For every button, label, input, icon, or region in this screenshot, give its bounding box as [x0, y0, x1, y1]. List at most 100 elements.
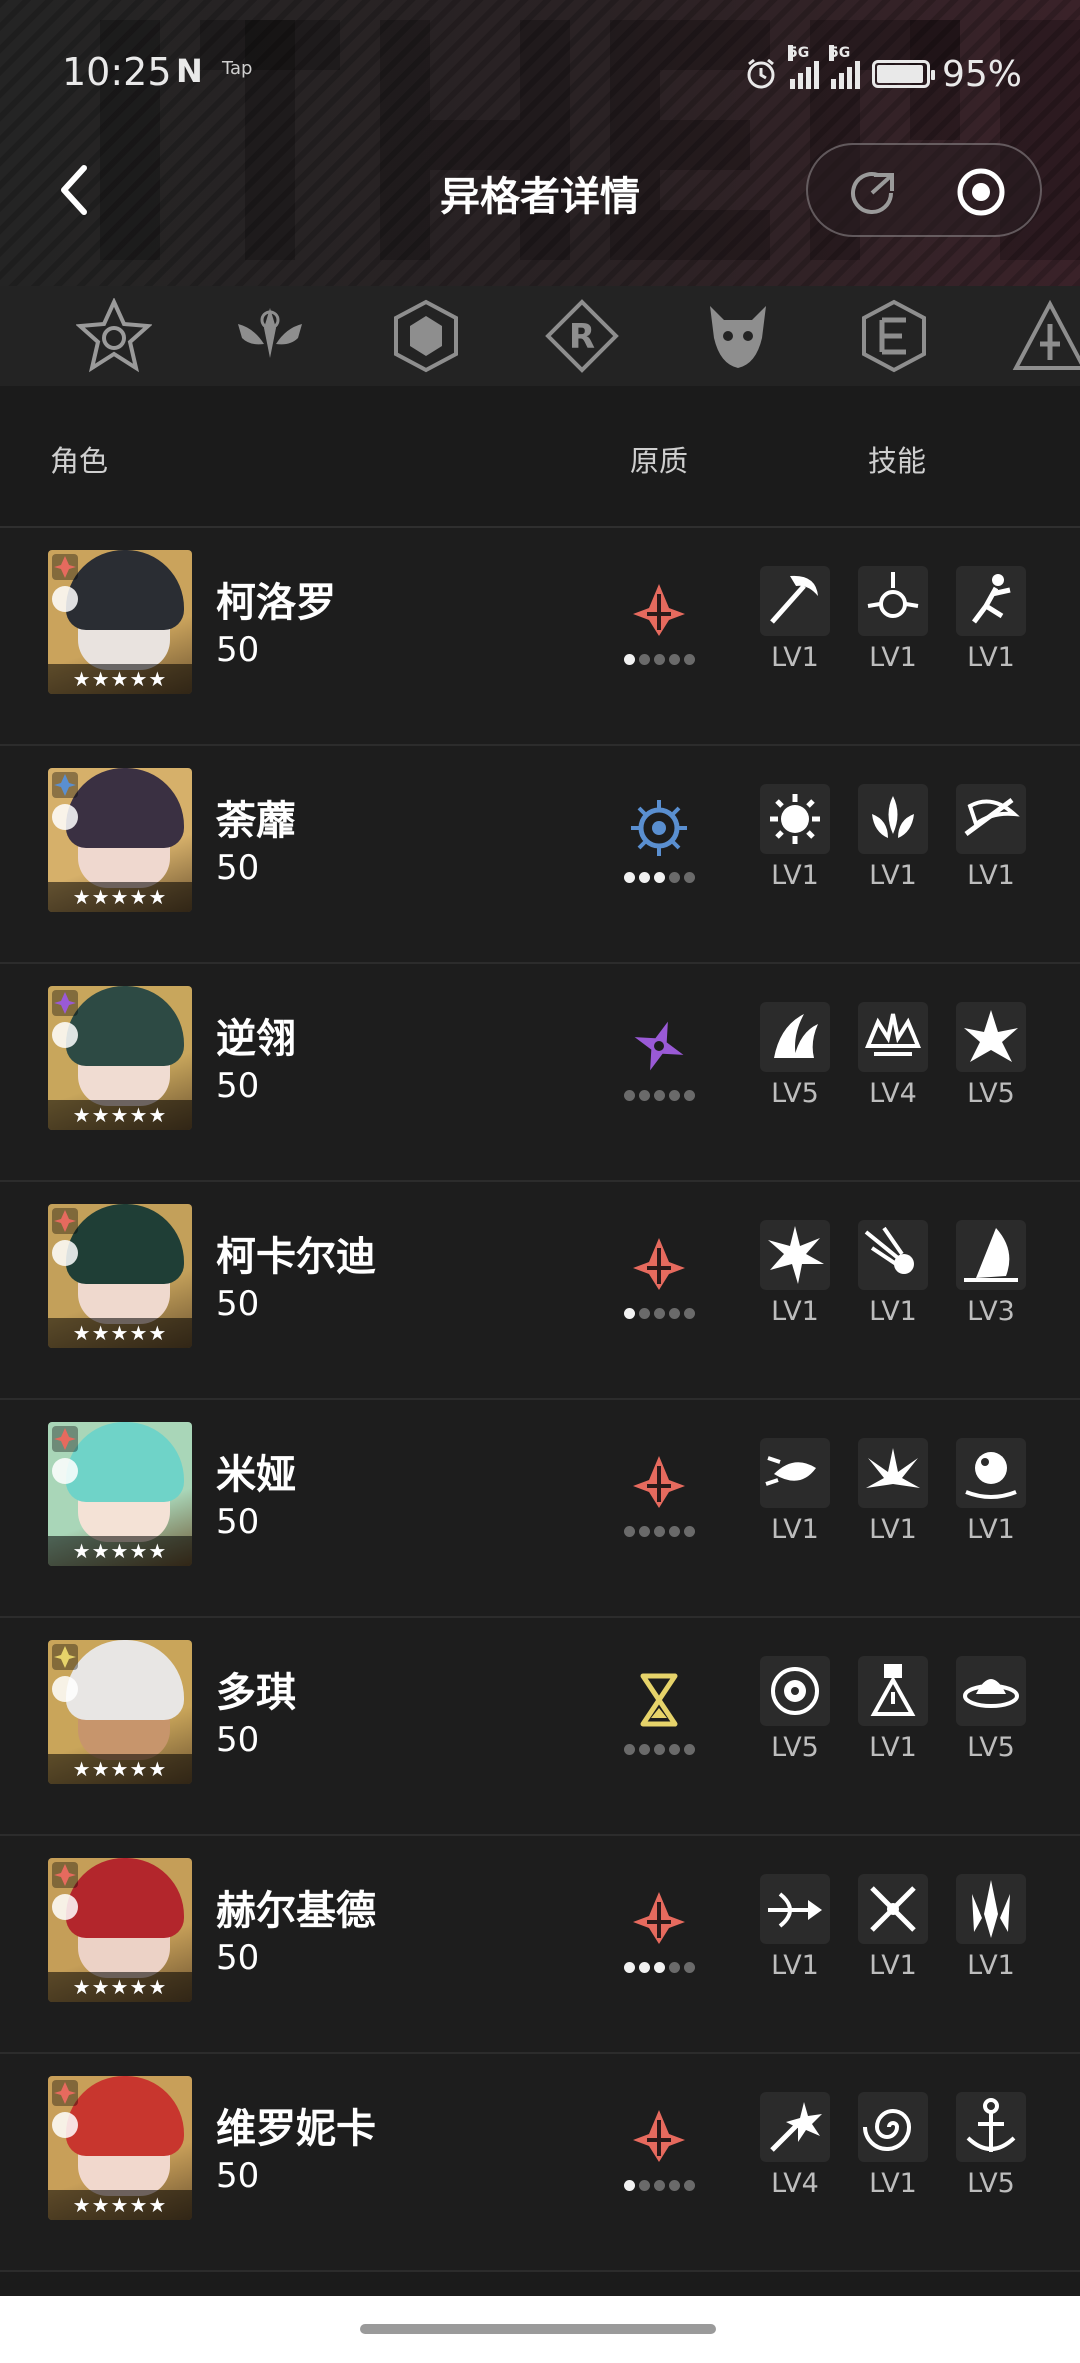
e-emblem-icon[interactable]	[856, 298, 932, 374]
tap-indicator: Tap	[222, 58, 253, 79]
skill-slot[interactable]: LV1	[954, 1438, 1028, 1545]
quality-dots	[624, 1308, 704, 1322]
character-row[interactable]: ★★★★★ 柯洛罗 50 LV1 LV1 LV1	[0, 528, 1080, 746]
skill-level: LV1	[771, 1950, 819, 1981]
character-avatar[interactable]: ★★★★★	[48, 1640, 192, 1784]
crossed-swords-icon	[858, 1874, 928, 1944]
character-row[interactable]: ★★★★★ 多琪 50 LV5 LV1 LV5	[0, 1618, 1080, 1836]
element-badge-icon	[52, 772, 78, 798]
skill-slot[interactable]: LV1	[856, 566, 930, 673]
element-badge-icon	[52, 554, 78, 580]
skill-level: LV1	[869, 1514, 917, 1545]
pyramid-emblem-icon[interactable]	[1012, 298, 1080, 374]
character-avatar[interactable]: ★★★★★	[48, 1858, 192, 2002]
r-emblem-icon[interactable]: R	[544, 298, 620, 374]
character-name: 米娅	[216, 1452, 296, 1498]
skill-slot[interactable]: LV1	[856, 1438, 930, 1545]
avatar-hair	[66, 768, 184, 848]
status-right-group: 5G 5G 95%	[744, 45, 1022, 98]
skill-slot[interactable]: LV1	[954, 1874, 1028, 1981]
quality-dot	[684, 1090, 695, 1101]
character-avatar[interactable]: ★★★★★	[48, 1204, 192, 1348]
quality-dot	[669, 1744, 680, 1755]
character-row[interactable]: ★★★★★ 荼蘼 50 LV1 LV1 LV1	[0, 746, 1080, 964]
skill-slot[interactable]: LV5	[954, 1002, 1028, 1109]
avatar-hair	[66, 1858, 184, 1938]
skill-slot[interactable]: LV4	[758, 2092, 832, 2199]
spark-burst-icon	[760, 2092, 830, 2162]
avatar-hair	[66, 986, 184, 1066]
scythe-icon	[760, 566, 830, 636]
character-row[interactable]: ★★★★★ 逆翎 50 LV5 LV4 LV5	[0, 964, 1080, 1182]
class-badge-icon	[52, 1022, 78, 1048]
skill-level: LV1	[967, 1950, 1015, 1981]
winged-crest-icon[interactable]	[232, 298, 308, 374]
skill-level: LV5	[771, 1732, 819, 1763]
comet-icon	[858, 1220, 928, 1290]
skill-slot[interactable]: LV1	[856, 1874, 930, 1981]
quality-dot	[624, 1308, 635, 1319]
skill-level: LV1	[771, 1514, 819, 1545]
quality-dot	[684, 1526, 695, 1537]
leap-figure-icon	[956, 566, 1026, 636]
mini-program-capsule	[806, 143, 1042, 237]
skill-level: LV5	[967, 1078, 1015, 1109]
share-icon[interactable]	[848, 167, 898, 217]
network-label-2: 5G	[828, 45, 851, 61]
skill-slot[interactable]: LV1	[758, 784, 832, 891]
character-avatar[interactable]: ★★★★★	[48, 986, 192, 1130]
quality-dot	[639, 654, 650, 665]
skill-slot[interactable]: LV1	[856, 2092, 930, 2199]
class-badge-icon	[52, 1458, 78, 1484]
character-row[interactable]: ★★★★★ 赫尔基德 50 LV1 LV1 LV1	[0, 1836, 1080, 2054]
signal-icon-1: 5G	[787, 45, 819, 89]
skill-slot[interactable]: LV5	[758, 1656, 832, 1763]
quality-dot	[684, 1308, 695, 1319]
rarity-stars-icon: ★★★★★	[48, 882, 192, 912]
crystal-burst-icon	[956, 1002, 1026, 1072]
skill-level: LV1	[771, 1296, 819, 1327]
skill-slot[interactable]: LV5	[954, 1656, 1028, 1763]
column-header-skill: 技能	[868, 444, 927, 478]
skill-slot[interactable]: LV1	[856, 1220, 930, 1327]
skill-slot[interactable]: LV1	[758, 566, 832, 673]
skill-slot[interactable]: LV1	[856, 1656, 930, 1763]
quality-dot	[669, 1526, 680, 1537]
character-row[interactable]: ★★★★★ 柯卡尔迪 50 LV1 LV1 LV3	[0, 1182, 1080, 1400]
quality-dot	[624, 2180, 635, 2191]
quality-dot	[654, 1090, 665, 1101]
quality-dots	[624, 654, 704, 668]
quality-dot	[669, 2180, 680, 2191]
skill-level: LV3	[967, 1296, 1015, 1327]
close-target-icon[interactable]	[956, 167, 1006, 217]
skill-slot[interactable]: LV5	[758, 1002, 832, 1109]
home-indicator[interactable]	[360, 2324, 716, 2334]
skill-slot[interactable]: LV1	[954, 784, 1028, 891]
hexagon-crest-icon[interactable]	[388, 298, 464, 374]
skill-slot[interactable]: LV1	[758, 1874, 832, 1981]
quality-dot	[684, 2180, 695, 2191]
character-avatar[interactable]: ★★★★★	[48, 768, 192, 912]
skill-level: LV1	[967, 642, 1015, 673]
red-pylon-icon	[633, 584, 685, 636]
red-pylon-icon	[633, 2110, 685, 2162]
character-avatar[interactable]: ★★★★★	[48, 1422, 192, 1566]
red-pylon-icon	[633, 1456, 685, 1508]
class-badge-icon	[52, 586, 78, 612]
skill-slot[interactable]: LV1	[856, 784, 930, 891]
quality-dots	[624, 1962, 704, 1976]
skill-slot[interactable]: LV4	[856, 1002, 930, 1109]
quality-dot	[654, 1962, 665, 1973]
star-crest-icon[interactable]	[76, 298, 152, 374]
skill-slot[interactable]: LV1	[758, 1438, 832, 1545]
character-avatar[interactable]: ★★★★★	[48, 550, 192, 694]
character-name: 荼蘼	[216, 798, 296, 844]
skill-slot[interactable]: LV5	[954, 2092, 1028, 2199]
character-row[interactable]: ★★★★★ 米娅 50 LV1 LV1 LV1	[0, 1400, 1080, 1618]
character-row[interactable]: ★★★★★ 维罗妮卡 50 LV4 LV1 LV5	[0, 2054, 1080, 2272]
skill-slot[interactable]: LV1	[954, 566, 1028, 673]
skill-slot[interactable]: LV1	[758, 1220, 832, 1327]
beast-mask-icon[interactable]	[700, 298, 776, 374]
skill-slot[interactable]: LV3	[954, 1220, 1028, 1327]
character-avatar[interactable]: ★★★★★	[48, 2076, 192, 2220]
